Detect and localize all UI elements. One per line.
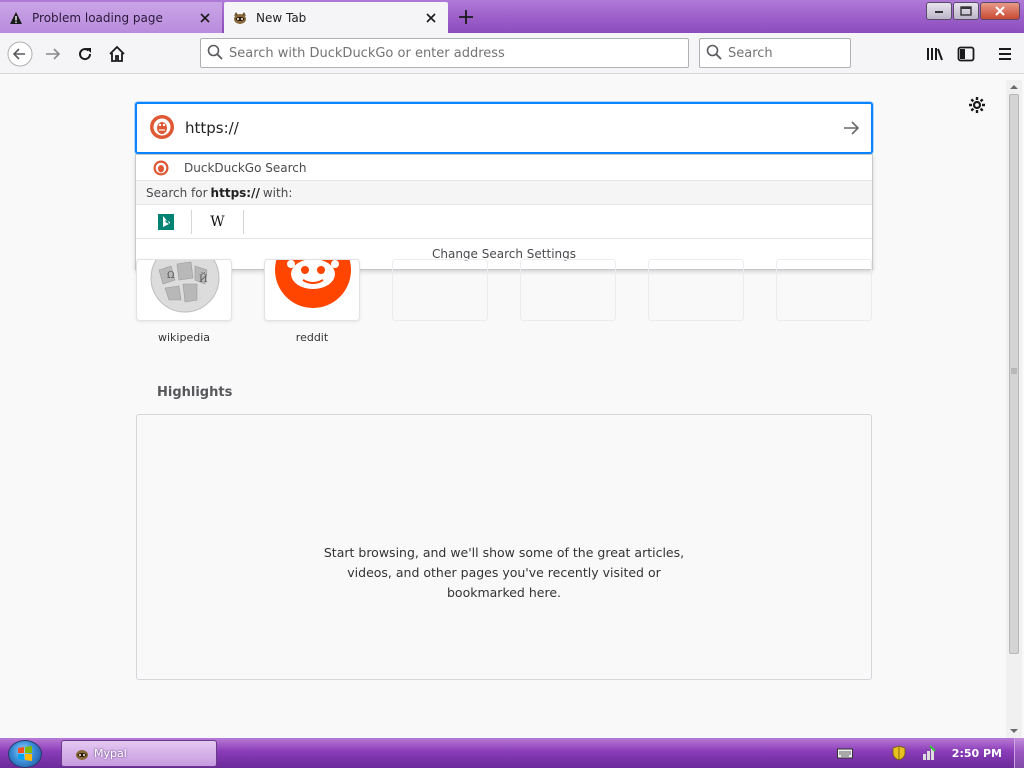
title-bar: Problem loading page New Tab (0, 0, 1024, 33)
engine-buttons-row: W (136, 205, 872, 239)
bing-engine-button[interactable] (140, 209, 192, 234)
customize-button[interactable] (966, 94, 988, 116)
home-button[interactable] (102, 39, 132, 69)
suggestion-engine-row[interactable]: DuckDuckGo Search (136, 155, 872, 181)
tab-new-tab[interactable]: New Tab (224, 2, 448, 33)
url-bar[interactable] (200, 38, 689, 68)
top-site-empty[interactable] (392, 259, 488, 321)
forward-arrow-icon (46, 48, 61, 60)
highlights-message: Start browsing, and we'll show some of t… (137, 543, 871, 603)
top-site-wikipedia[interactable]: Й Ω (136, 259, 232, 321)
highlights-message-line: bookmarked here. (447, 585, 561, 600)
engine-label: DuckDuckGo Search (184, 160, 307, 175)
mypal-icon (76, 749, 88, 760)
forward-button[interactable] (38, 39, 68, 69)
search-for-suffix: with: (262, 185, 293, 200)
navigation-toolbar (0, 33, 1024, 74)
duckduckgo-icon (149, 114, 175, 143)
grip-icon (1011, 368, 1017, 374)
wikipedia-globe-icon: Й Ω (150, 260, 220, 313)
tab-title: New Tab (256, 10, 307, 25)
highlights-message-line: videos, and other pages you've recently … (347, 565, 661, 580)
highlights-heading: Highlights (157, 385, 233, 400)
reload-icon (79, 48, 92, 61)
top-site-empty[interactable] (648, 259, 744, 321)
scrollbar-thumb[interactable] (1009, 94, 1019, 654)
library-button[interactable] (920, 39, 950, 69)
scroll-down-icon (1010, 729, 1018, 733)
search-for-query: https:// (210, 185, 260, 200)
scroll-up-icon (1010, 85, 1018, 89)
search-for-row: Search for https:// with: (136, 181, 872, 205)
search-icon (706, 44, 722, 63)
taskbar-app-mypal[interactable]: Mypal (61, 740, 217, 767)
back-arrow-icon (7, 41, 33, 67)
network-icon[interactable] (920, 744, 938, 762)
bing-icon (157, 213, 174, 230)
top-site-label: wikipedia (157, 331, 210, 344)
show-desktop-button[interactable] (1014, 738, 1024, 768)
url-input[interactable] (229, 45, 688, 61)
search-suggestions-dropdown: DuckDuckGo Search Search for https:// wi… (135, 154, 873, 270)
home-search-box[interactable] (135, 102, 873, 154)
close-icon[interactable] (196, 9, 214, 27)
library-icon (927, 48, 943, 61)
search-bar[interactable] (699, 38, 898, 68)
hamburger-menu-icon (999, 48, 1011, 60)
tab-problem-loading[interactable]: Problem loading page (0, 2, 222, 33)
security-shield-icon[interactable] (890, 744, 908, 762)
wikipedia-engine-button[interactable]: W (192, 209, 244, 234)
taskbar-clock[interactable]: 2:50 PM (952, 747, 1002, 760)
top-site-reddit[interactable] (264, 259, 360, 321)
back-button[interactable] (5, 39, 35, 69)
reddit-logo-icon (275, 260, 351, 308)
menu-button[interactable] (990, 39, 1020, 69)
windows-logo-icon (18, 746, 32, 761)
duckduckgo-icon (152, 159, 170, 177)
taskbar-app-label: Mypal (94, 747, 127, 760)
maximize-button[interactable] (953, 2, 979, 20)
search-input[interactable] (728, 45, 898, 61)
top-site-empty[interactable] (520, 259, 616, 321)
arrow-right-icon (844, 121, 860, 135)
minimize-button[interactable] (926, 2, 952, 20)
keyboard-icon[interactable] (836, 744, 854, 762)
new-tab-page: DuckDuckGo Search Search for https:// wi… (0, 74, 1024, 738)
tab-title: Problem loading page (32, 10, 163, 25)
gear-icon (969, 97, 985, 113)
wikipedia-icon: W (210, 213, 225, 230)
svg-text:Ω: Ω (167, 271, 174, 281)
mypal-icon (232, 10, 248, 26)
reload-button[interactable] (70, 39, 100, 69)
top-site-empty[interactable] (776, 259, 872, 321)
highlights-empty-state: Start browsing, and we'll show some of t… (136, 414, 872, 680)
start-button[interactable] (8, 740, 42, 768)
system-tray: 2:50 PM (830, 738, 1024, 768)
plus-icon (459, 10, 473, 24)
svg-text:Й: Й (199, 273, 208, 285)
highlights-message-line: Start browsing, and we'll show some of t… (323, 545, 685, 560)
home-icon (109, 45, 125, 62)
windows-taskbar: Mypal 2:50 PM (0, 738, 1024, 768)
change-search-settings-button[interactable]: Change Search Settings (136, 239, 872, 269)
window-controls (925, 2, 1020, 20)
search-go-button[interactable] (831, 108, 871, 148)
new-tab-button[interactable] (454, 6, 478, 28)
sidebar-icon (957, 46, 975, 62)
home-search-input[interactable] (185, 119, 831, 137)
warning-icon (8, 10, 24, 26)
sidebar-button[interactable] (951, 39, 981, 69)
search-icon (207, 44, 223, 63)
search-for-prefix: Search for (146, 185, 208, 200)
top-site-label: reddit (295, 331, 329, 344)
close-icon[interactable] (422, 9, 440, 27)
close-window-button[interactable] (980, 2, 1020, 20)
vertical-scrollbar[interactable] (1006, 80, 1022, 738)
